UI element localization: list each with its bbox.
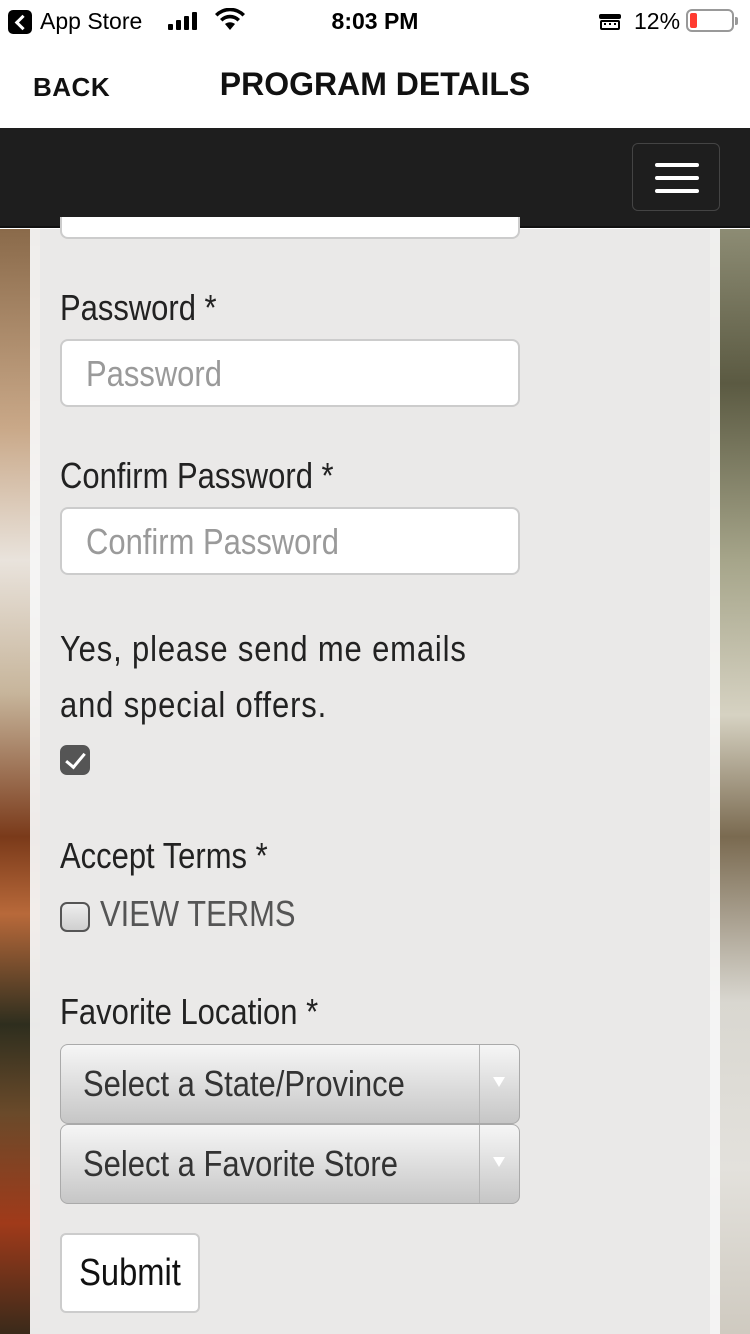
store-select-value: Select a Favorite Store bbox=[83, 1143, 398, 1184]
tty-icon bbox=[599, 14, 621, 30]
accept-terms-label: Accept Terms * bbox=[60, 835, 268, 876]
confirm-password-placeholder: Confirm Password bbox=[86, 521, 339, 562]
accept-terms-checkbox[interactable] bbox=[60, 902, 90, 932]
email-optin-text: Yes, please send me emails and special o… bbox=[60, 621, 580, 733]
favorite-location-label: Favorite Location * bbox=[60, 991, 319, 1032]
view-terms-link[interactable]: VIEW TERMS bbox=[100, 893, 296, 935]
favorite-store-select[interactable]: Select a Favorite Store bbox=[60, 1124, 520, 1204]
previous-field[interactable] bbox=[60, 217, 520, 239]
submit-button[interactable]: Submit bbox=[60, 1233, 200, 1313]
signup-form-panel: Password * Password Confirm Password * C… bbox=[30, 217, 720, 1334]
navigation-bar: BACK PROGRAM DETAILS bbox=[0, 42, 750, 128]
password-placeholder: Password bbox=[86, 353, 222, 394]
battery-percentage: 12% bbox=[634, 8, 681, 34]
state-province-select[interactable]: Select a State/Province bbox=[60, 1044, 520, 1124]
menu-button[interactable] bbox=[632, 143, 720, 211]
password-field[interactable]: Password bbox=[60, 339, 520, 407]
email-optin-checkbox[interactable] bbox=[60, 745, 90, 775]
chevron-down-icon bbox=[479, 1125, 519, 1203]
optin-line-1: Yes, please send me emails bbox=[60, 628, 467, 669]
chevron-down-icon bbox=[479, 1045, 519, 1123]
password-label: Password * bbox=[60, 287, 217, 328]
page-title: PROGRAM DETAILS bbox=[219, 66, 531, 102]
site-header bbox=[0, 128, 750, 228]
status-bar: App Store 8:03 PM 12% bbox=[0, 0, 750, 42]
confirm-password-label: Confirm Password * bbox=[60, 455, 334, 496]
state-select-value: Select a State/Province bbox=[83, 1063, 405, 1104]
hamburger-icon bbox=[655, 163, 699, 167]
confirm-password-field[interactable]: Confirm Password bbox=[60, 507, 520, 575]
optin-line-2: and special offers. bbox=[60, 684, 328, 725]
submit-label: Submit bbox=[79, 1251, 181, 1294]
battery-icon bbox=[686, 9, 738, 32]
